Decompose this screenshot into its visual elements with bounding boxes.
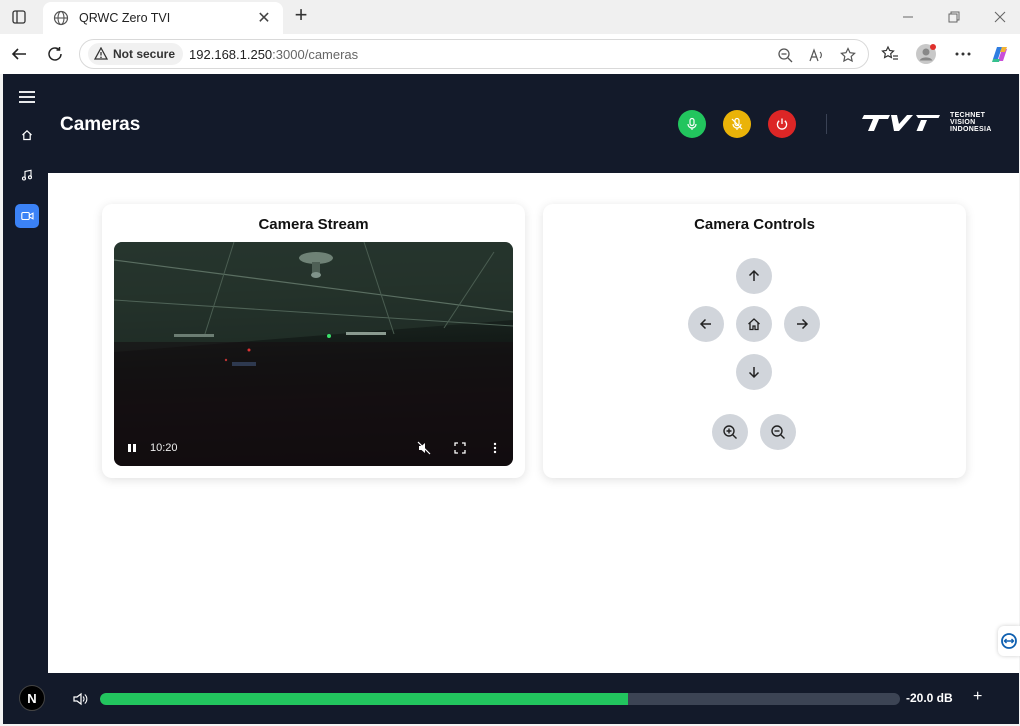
volume-readout: -20.0 dB (906, 691, 953, 705)
new-tab-button[interactable]: + (290, 4, 312, 28)
tvi-logo: TECHNET VISION INDONESIA (860, 112, 992, 133)
header-divider (826, 114, 827, 134)
minimize-button[interactable] (895, 8, 921, 26)
page-title: Cameras (60, 114, 141, 135)
arrow-up-icon (747, 269, 761, 283)
arrow-left-icon (699, 317, 713, 331)
restore-button[interactable] (941, 8, 967, 26)
video-more-icon[interactable] (488, 441, 502, 455)
zoom-out-icon (770, 424, 786, 440)
browser-tab-bar: QRWC Zero TVI ✕ + (0, 0, 1020, 34)
address-bar[interactable]: Not secure 192.168.1.250:3000/cameras (79, 39, 869, 69)
camera-video[interactable]: 10:20 (114, 242, 513, 466)
security-label: Not secure (113, 47, 176, 61)
video-time: 10:20 (150, 442, 178, 454)
microphone-off-icon (730, 117, 744, 131)
zoom-out-icon[interactable] (776, 46, 794, 64)
main-content: Camera Stream 10:20 Camera Controls (48, 173, 1019, 673)
camera-stream-card: Camera Stream 10:20 (102, 204, 525, 478)
read-aloud-icon[interactable] (807, 46, 825, 64)
globe-icon (53, 10, 69, 26)
pan-down-button[interactable] (736, 354, 772, 390)
pan-up-button[interactable] (736, 258, 772, 294)
volume-fill (100, 693, 628, 705)
zoom-out-button[interactable] (760, 414, 796, 450)
header: Cameras TECHNET VISION INDONESIA (48, 74, 1019, 173)
menu-icon[interactable] (15, 85, 39, 109)
copilot-icon[interactable] (989, 43, 1011, 65)
tab-actions-icon[interactable] (6, 5, 32, 29)
arrow-down-icon (747, 365, 761, 379)
pan-right-button[interactable] (784, 306, 820, 342)
favorite-star-icon[interactable] (839, 46, 857, 64)
speaker-icon[interactable] (72, 691, 88, 707)
muted-icon[interactable] (417, 441, 431, 455)
logo-text: TECHNET VISION INDONESIA (950, 112, 992, 133)
profile-avatar[interactable] (915, 43, 937, 65)
remote-control-icon (1001, 633, 1017, 649)
zoom-in-button[interactable] (712, 414, 748, 450)
home-icon[interactable] (15, 123, 39, 147)
favorites-icon[interactable] (879, 43, 901, 65)
power-icon (775, 117, 789, 131)
music-icon[interactable] (15, 163, 39, 187)
zoom-in-icon (722, 424, 738, 440)
volume-bar: N -20.0 dB + (3, 674, 1019, 724)
volume-increase-button[interactable]: + (973, 688, 982, 706)
camera-stream-title: Camera Stream (258, 216, 369, 233)
tab-close-icon[interactable]: ✕ (255, 8, 273, 28)
sidebar (3, 74, 48, 674)
browser-toolbar: Not secure 192.168.1.250:3000/cameras (0, 34, 1020, 74)
home-position-button[interactable] (736, 306, 772, 342)
camera-controls-title: Camera Controls (694, 216, 815, 233)
mic-off-button[interactable] (723, 110, 751, 138)
teamviewer-tab[interactable] (998, 626, 1020, 656)
pause-icon[interactable] (125, 441, 139, 455)
url-text: 192.168.1.250:3000/cameras (189, 46, 359, 62)
power-button[interactable] (768, 110, 796, 138)
home-icon (747, 317, 761, 331)
close-window-button[interactable] (987, 8, 1013, 26)
volume-slider[interactable] (100, 693, 900, 705)
warning-icon (94, 47, 108, 61)
video-controls: 10:20 (114, 430, 513, 466)
tvi-logo-mark (862, 114, 940, 131)
reload-icon[interactable] (43, 42, 67, 66)
security-badge[interactable]: Not secure (88, 43, 184, 65)
tab-title: QRWC Zero TVI (79, 11, 171, 25)
camera-controls-card: Camera Controls (543, 204, 966, 478)
back-icon[interactable] (7, 42, 31, 66)
app-window: Cameras TECHNET VISION INDONESIA Camera … (3, 74, 1019, 724)
microphone-icon (685, 117, 699, 131)
pan-left-button[interactable] (688, 306, 724, 342)
video-camera-icon[interactable] (15, 204, 39, 228)
n-badge[interactable]: N (19, 685, 45, 711)
browser-tab[interactable]: QRWC Zero TVI ✕ (43, 2, 283, 34)
mic-on-button[interactable] (678, 110, 706, 138)
arrow-right-icon (795, 317, 809, 331)
more-options-icon[interactable] (952, 43, 974, 65)
fullscreen-icon[interactable] (453, 441, 467, 455)
